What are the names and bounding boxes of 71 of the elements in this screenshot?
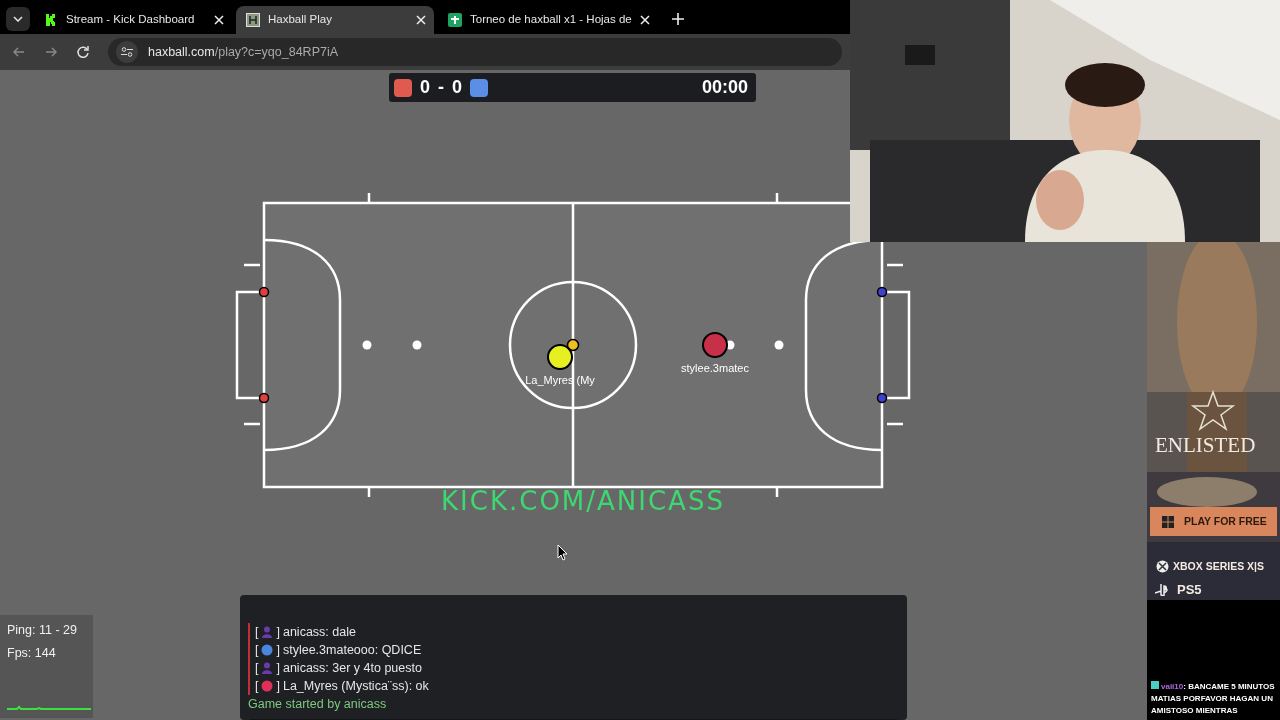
back-button[interactable] — [12, 45, 26, 59]
boundary-tick — [367, 487, 371, 497]
reload-button[interactable] — [76, 45, 90, 59]
goal-post — [258, 286, 270, 298]
match-timer: 00:00 — [701, 76, 748, 99]
score-separator: - — [438, 76, 444, 99]
boundary-tick — [367, 193, 371, 203]
chat-message: anicass: 3er y 4to puesto — [282, 659, 422, 677]
player-name: La_Myres (My — [525, 374, 595, 386]
browser-tab[interactable]: Torneo de haxball x1 - Hojas de — [438, 6, 658, 34]
chevron-down-icon — [13, 16, 23, 22]
stream-chat-message: vaii10: BANCAME 5 MINUTOS MATIAS PORFAVOR HAGAN UN AMISTOSO MIENTRAS — [1151, 681, 1276, 717]
field-marker — [362, 340, 372, 350]
team-color-icon — [470, 78, 489, 97]
ad-title: ENLISTED — [1155, 432, 1256, 459]
close-icon — [416, 15, 426, 25]
bracket: [ — [255, 623, 259, 641]
bracket: [ — [255, 659, 259, 677]
bracket: ] — [276, 641, 280, 659]
browser-tab[interactable]: Haxball Play — [236, 6, 434, 34]
reload-icon — [76, 45, 90, 59]
mouse-cursor-icon — [557, 544, 568, 561]
stream-url-overlay: KICK.COM/ANICASS — [441, 486, 725, 516]
bracket: ] — [276, 677, 280, 695]
sliders-icon — [121, 47, 133, 57]
boundary-tick — [244, 263, 260, 267]
chat-message: La_Myres (Mystica¨ss): ok — [282, 677, 429, 695]
bracket: ] — [276, 659, 280, 677]
away-score: 0 — [452, 76, 463, 99]
play-for-free-button[interactable]: PLAY FOR FREE — [1150, 507, 1277, 536]
player-name: stylee.3matec — [681, 362, 749, 374]
windows-logo-icon — [1162, 515, 1174, 528]
forward-icon — [44, 45, 58, 59]
bracket: [ — [255, 677, 259, 695]
ping-text: Ping: 11 - 29 — [7, 622, 78, 639]
xbox-logo-icon — [1156, 560, 1169, 573]
platform-label: XBOX SERIES X|S — [1173, 559, 1265, 574]
back-icon — [12, 45, 26, 59]
boundary-tick — [775, 193, 779, 203]
kick-logo-icon — [44, 13, 58, 27]
address-bar[interactable]: haxball.com/play?c=yqo_84RP7iA — [108, 38, 842, 66]
ball — [566, 338, 580, 352]
field-marker — [412, 340, 422, 350]
boundary-tick — [887, 422, 903, 426]
goal-post — [876, 392, 888, 404]
close-icon — [214, 15, 224, 25]
haxball-icon — [246, 13, 260, 27]
plus-icon — [671, 13, 684, 25]
boundary-tick — [244, 422, 260, 426]
browser-tab[interactable]: Stream - Kick Dashboard — [34, 6, 232, 34]
close-icon — [639, 15, 650, 25]
playstation-logo-icon — [1155, 584, 1171, 596]
fps-text: Fps: 144 — [7, 644, 57, 662]
boundary-tick — [775, 487, 779, 497]
team-color-icon — [394, 78, 412, 97]
goal-post — [258, 392, 270, 404]
field-marker — [774, 340, 784, 350]
home-score: 0 — [420, 76, 430, 99]
goal-post — [876, 286, 888, 298]
spreadsheet-icon — [448, 13, 462, 27]
platform-label: PS5 — [1177, 581, 1202, 599]
bracket: ] — [276, 623, 280, 641]
chat-message: stylee.3mateooo: QDICE — [282, 641, 422, 659]
chat-message: anicass: dale — [282, 623, 356, 641]
forward-button[interactable] — [44, 45, 58, 59]
url-text: haxball.com/play?c=yqo_84RP7iA — [148, 43, 339, 61]
bracket: [ — [255, 641, 259, 659]
tab-list-button[interactable] — [6, 7, 30, 31]
system-message: Game started by anicass — [248, 697, 387, 711]
site-settings-icon[interactable] — [116, 41, 138, 63]
boundary-tick — [887, 263, 903, 267]
